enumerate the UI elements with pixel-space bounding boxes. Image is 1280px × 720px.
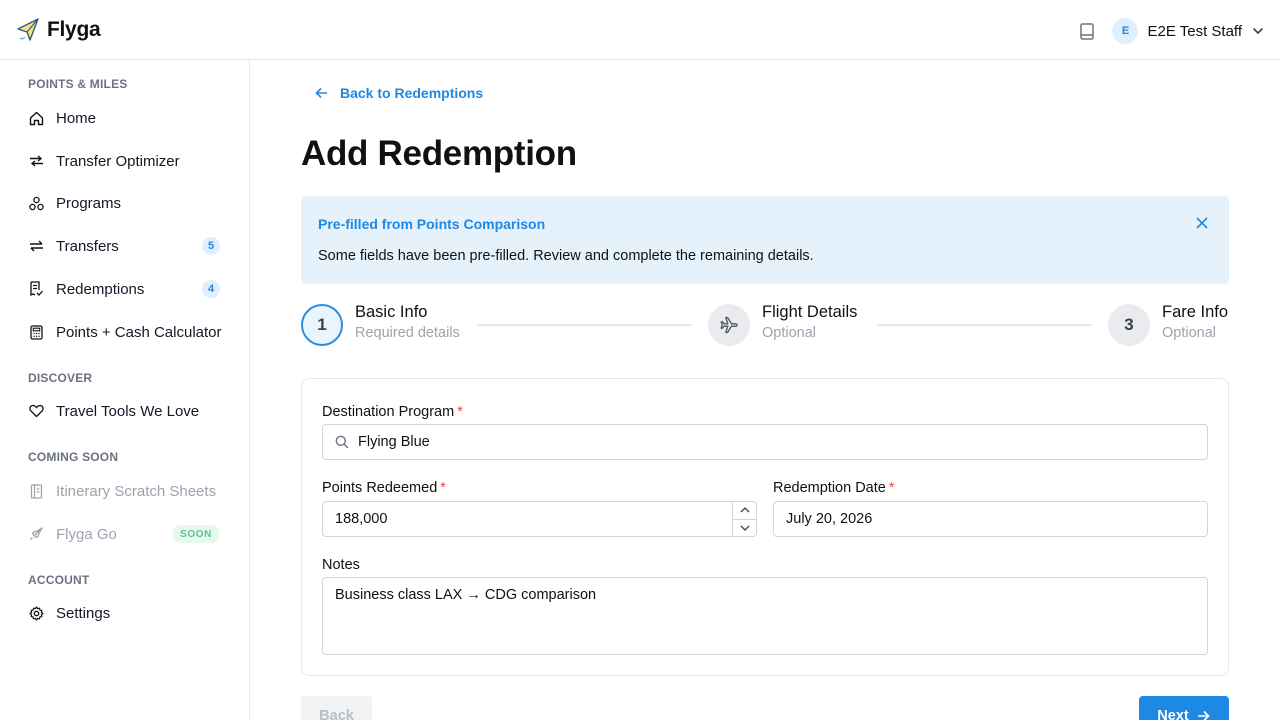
sidebar-item-label: Transfer Optimizer [56,152,180,170]
chevron-down-icon[interactable] [1252,25,1264,37]
label-text: Redemption Date [773,480,886,496]
next-button-label: Next [1157,708,1189,720]
search-icon [335,435,349,449]
sidebar-item-label: Points + Cash Calculator [56,323,222,341]
count-badge: 5 [202,237,220,255]
destination-program-input[interactable]: Flying Blue [322,424,1208,460]
user-name[interactable]: E2E Test Staff [1147,23,1242,40]
redemption-date-label: Redemption Date * [773,480,895,496]
alert-title: Pre-filled from Points Comparison [318,216,546,232]
sidebar-item-settings[interactable]: Settings [16,595,234,631]
sidebar-item-itinerary-scratch-sheets[interactable]: Itinerary Scratch Sheets [16,473,234,509]
required-mark: * [888,480,895,496]
sidebar-item-redemptions[interactable]: Redemptions 4 [16,271,234,307]
sidebar-item-label: Flyga Go [56,525,117,543]
back-button[interactable]: Back [301,696,372,720]
gear-icon [28,605,44,621]
back-to-redemptions-link[interactable]: Back to Redemptions [315,85,483,101]
step-1-subtitle: Required details [355,325,460,341]
page-title: Add Redemption [301,134,577,173]
soon-badge: SOON [172,525,220,543]
transfer-icon [28,153,44,169]
sidebar: POINTS & MILES Home Transfer Optimizer P… [0,60,250,720]
section-title-points-miles: POINTS & MILES [28,77,128,91]
destination-program-value: Flying Blue [358,434,430,450]
chevron-up-icon[interactable] [733,502,756,520]
points-redeemed-input[interactable]: 188,000 [322,501,757,537]
step-3-title: Fare Info [1162,303,1229,321]
label-text: Destination Program [322,404,455,420]
home-icon [28,110,44,126]
alert-message: Some fields have been pre-filled. Review… [318,248,814,264]
sidebar-item-label: Transfers [56,237,119,255]
section-title-coming-soon: COMING SOON [28,450,119,464]
close-icon[interactable] [1195,216,1209,230]
main-content: Back to Redemptions Add Redemption Pre-f… [250,60,1280,720]
step-1-title: Basic Info [355,303,428,321]
section-title-account: ACCOUNT [28,573,90,587]
step-3-indicator[interactable]: 3 [1108,304,1150,346]
step-connector [877,324,1092,326]
rocket-icon [28,526,44,542]
sidebar-item-transfer-optimizer[interactable]: Transfer Optimizer [16,143,234,179]
avatar[interactable]: E [1112,18,1139,44]
sidebar-item-label: Itinerary Scratch Sheets [56,482,217,500]
redemption-date-input[interactable]: July 20, 2026 [773,501,1208,537]
sidebar-item-label: Home [56,109,97,127]
label-text: Points Redeemed [322,480,438,496]
sidebar-item-label: Travel Tools We Love [56,402,200,420]
calculator-icon [28,324,44,340]
points-redeemed-label: Points Redeemed * [322,480,446,496]
transfers-icon [28,238,44,254]
step-1-indicator[interactable]: 1 [301,304,343,346]
sidebar-item-programs[interactable]: Programs [16,185,234,221]
destination-program-label: Destination Program * [322,404,463,420]
redemption-date-value: July 20, 2026 [786,511,873,527]
next-button[interactable]: Next [1139,696,1229,720]
step-2-indicator[interactable] [708,304,750,346]
sidebar-item-label: Settings [56,604,111,622]
step-2-title: Flight Details [762,303,858,321]
required-mark: * [440,480,446,496]
top-bar: Flyga E E2E Test Staff [0,0,1280,60]
sidebar-item-home[interactable]: Home [16,100,234,136]
receipt-icon [28,281,44,297]
paper-plane-icon [16,16,40,44]
points-redeemed-value: 188,000 [335,511,388,527]
heart-icon [28,403,44,419]
back-link-label: Back to Redemptions [340,85,484,101]
prefill-alert: Pre-filled from Points Comparison Some f… [301,196,1229,284]
arrow-left-icon [315,86,329,100]
sidebar-item-transfers[interactable]: Transfers 5 [16,228,234,264]
sidebar-item-label: Programs [56,194,122,212]
count-badge: 4 [202,280,220,298]
section-title-discover: DISCOVER [28,371,93,385]
step-3-subtitle: Optional [1162,325,1217,341]
required-mark: * [457,404,463,420]
sidebar-item-label: Redemptions [56,280,145,298]
notebook-icon [28,483,44,499]
sidebar-item-flyga-go[interactable]: Flyga Go SOON [16,516,234,552]
sidebar-item-points-cash-calculator[interactable]: Points + Cash Calculator [16,314,234,350]
arrow-right-icon [1197,709,1211,720]
step-connector [477,324,692,326]
programs-icon [28,195,44,211]
plane-icon [720,316,738,334]
notes-label: Notes [322,557,360,573]
app-name: Flyga [47,18,101,41]
step-2-subtitle: Optional [762,325,817,341]
chevron-down-icon[interactable] [733,520,756,537]
form-card: Destination Program * Flying Blue Points … [301,378,1229,676]
number-stepper[interactable] [732,502,756,536]
app-logo[interactable]: Flyga [16,16,101,44]
notes-textarea[interactable]: Business class LAX → CDG comparison [322,577,1208,655]
sidebar-item-travel-tools[interactable]: Travel Tools We Love [16,393,234,429]
book-icon[interactable] [1078,21,1096,41]
